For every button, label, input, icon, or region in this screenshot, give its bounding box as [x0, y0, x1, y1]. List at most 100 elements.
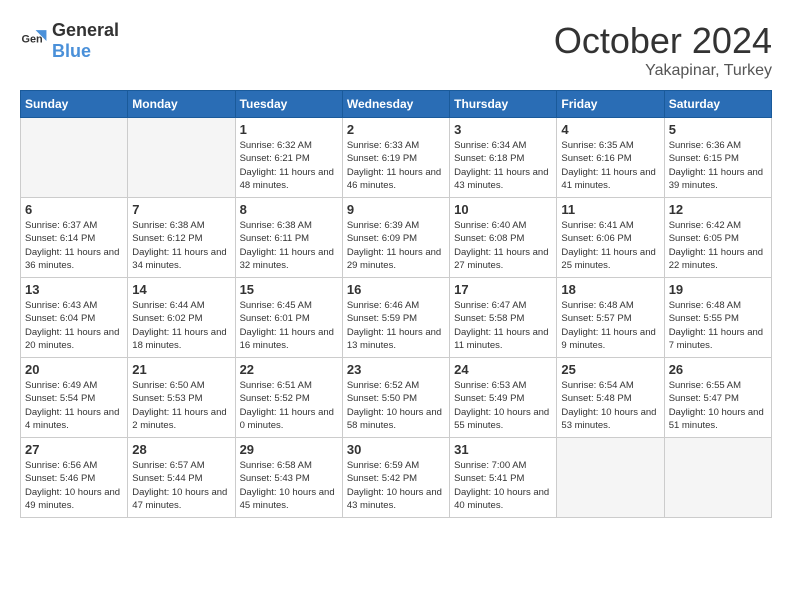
calendar-cell: 30 Sunrise: 6:59 AM Sunset: 5:42 PM Dayli… — [342, 438, 449, 518]
day-number: 19 — [669, 282, 767, 297]
cell-info: Sunrise: 6:56 AM Sunset: 5:46 PM Dayligh… — [25, 459, 123, 512]
day-number: 17 — [454, 282, 552, 297]
location-subtitle: Yakapinar, Turkey — [554, 62, 772, 80]
logo-wordmark: General Blue — [52, 20, 119, 62]
cell-info: Sunrise: 6:34 AM Sunset: 6:18 PM Dayligh… — [454, 139, 552, 192]
calendar-cell: 23 Sunrise: 6:52 AM Sunset: 5:50 PM Dayli… — [342, 358, 449, 438]
day-number: 8 — [240, 202, 338, 217]
calendar-cell: 3Sunrise: 6:34 AM Sunset: 6:18 PM Daylig… — [450, 118, 557, 198]
day-number: 18 — [561, 282, 659, 297]
day-header-wednesday: Wednesday — [342, 91, 449, 118]
calendar-cell: 4Sunrise: 6:35 AM Sunset: 6:16 PM Daylig… — [557, 118, 664, 198]
calendar-cell: 12 Sunrise: 6:42 AM Sunset: 6:05 PM Dayli… — [664, 198, 771, 278]
day-number: 26 — [669, 362, 767, 377]
day-number: 13 — [25, 282, 123, 297]
day-number: 31 — [454, 442, 552, 457]
cell-info: Sunrise: 6:42 AM Sunset: 6:05 PM Dayligh… — [669, 219, 767, 272]
cell-info: Sunrise: 6:55 AM Sunset: 5:47 PM Dayligh… — [669, 379, 767, 432]
cell-info: Sunrise: 6:32 AM Sunset: 6:21 PM Dayligh… — [240, 139, 338, 192]
day-number: 28 — [132, 442, 230, 457]
day-header-sunday: Sunday — [21, 91, 128, 118]
day-number: 21 — [132, 362, 230, 377]
calendar-cell: 15Sunrise: 6:45 AM Sunset: 6:01 PM Dayli… — [235, 278, 342, 358]
cell-info: Sunrise: 6:41 AM Sunset: 6:06 PM Dayligh… — [561, 219, 659, 272]
day-number: 10 — [454, 202, 552, 217]
cell-info: Sunrise: 6:57 AM Sunset: 5:44 PM Dayligh… — [132, 459, 230, 512]
day-number: 4 — [561, 122, 659, 137]
day-number: 12 — [669, 202, 767, 217]
day-number: 24 — [454, 362, 552, 377]
cell-info: Sunrise: 6:37 AM Sunset: 6:14 PM Dayligh… — [25, 219, 123, 272]
calendar-header-row: SundayMondayTuesdayWednesdayThursdayFrid… — [21, 91, 772, 118]
calendar-cell: 13Sunrise: 6:43 AM Sunset: 6:04 PM Dayli… — [21, 278, 128, 358]
calendar-cell: 26 Sunrise: 6:55 AM Sunset: 5:47 PM Dayli… — [664, 358, 771, 438]
calendar-cell: 29Sunrise: 6:58 AM Sunset: 5:43 PM Dayli… — [235, 438, 342, 518]
calendar-cell: 19Sunrise: 6:48 AM Sunset: 5:55 PM Dayli… — [664, 278, 771, 358]
calendar-cell: 20Sunrise: 6:49 AM Sunset: 5:54 PM Dayli… — [21, 358, 128, 438]
day-header-friday: Friday — [557, 91, 664, 118]
cell-info: Sunrise: 6:36 AM Sunset: 6:15 PM Dayligh… — [669, 139, 767, 192]
day-number: 15 — [240, 282, 338, 297]
cell-info: Sunrise: 6:38 AM Sunset: 6:12 PM Dayligh… — [132, 219, 230, 272]
calendar-cell: 31 Sunrise: 7:00 AM Sunset: 5:41 PM Dayli… — [450, 438, 557, 518]
cell-info: Sunrise: 6:44 AM Sunset: 6:02 PM Dayligh… — [132, 299, 230, 352]
page-header: Gen General Blue October 2024 Yakapinar,… — [20, 20, 772, 80]
day-number: 25 — [561, 362, 659, 377]
cell-info: Sunrise: 6:50 AM Sunset: 5:53 PM Dayligh… — [132, 379, 230, 432]
svg-text:Gen: Gen — [22, 34, 43, 46]
cell-info: Sunrise: 6:58 AM Sunset: 5:43 PM Dayligh… — [240, 459, 338, 512]
calendar-cell: 28 Sunrise: 6:57 AM Sunset: 5:44 PM Dayli… — [128, 438, 235, 518]
cell-info: Sunrise: 6:51 AM Sunset: 5:52 PM Dayligh… — [240, 379, 338, 432]
calendar-cell: 16Sunrise: 6:46 AM Sunset: 5:59 PM Dayli… — [342, 278, 449, 358]
cell-info: Sunrise: 6:52 AM Sunset: 5:50 PM Dayligh… — [347, 379, 445, 432]
calendar-cell: 9 Sunrise: 6:39 AM Sunset: 6:09 PM Daylig… — [342, 198, 449, 278]
day-number: 2 — [347, 122, 445, 137]
day-number: 5 — [669, 122, 767, 137]
cell-info: Sunrise: 6:47 AM Sunset: 5:58 PM Dayligh… — [454, 299, 552, 352]
day-number: 16 — [347, 282, 445, 297]
calendar-cell: 11 Sunrise: 6:41 AM Sunset: 6:06 PM Dayli… — [557, 198, 664, 278]
calendar-cell — [557, 438, 664, 518]
cell-info: Sunrise: 6:39 AM Sunset: 6:09 PM Dayligh… — [347, 219, 445, 272]
month-year-title: October 2024 — [554, 20, 772, 62]
day-number: 6 — [25, 202, 123, 217]
calendar-cell: 5 Sunrise: 6:36 AM Sunset: 6:15 PM Daylig… — [664, 118, 771, 198]
cell-info: Sunrise: 6:48 AM Sunset: 5:57 PM Dayligh… — [561, 299, 659, 352]
calendar-cell: 14 Sunrise: 6:44 AM Sunset: 6:02 PM Dayli… — [128, 278, 235, 358]
calendar-week-4: 20Sunrise: 6:49 AM Sunset: 5:54 PM Dayli… — [21, 358, 772, 438]
cell-info: Sunrise: 7:00 AM Sunset: 5:41 PM Dayligh… — [454, 459, 552, 512]
logo-icon: Gen — [20, 27, 48, 55]
day-number: 7 — [132, 202, 230, 217]
calendar-cell: 18 Sunrise: 6:48 AM Sunset: 5:57 PM Dayli… — [557, 278, 664, 358]
day-header-saturday: Saturday — [664, 91, 771, 118]
day-number: 22 — [240, 362, 338, 377]
day-number: 27 — [25, 442, 123, 457]
day-number: 11 — [561, 202, 659, 217]
logo-general: General — [52, 20, 119, 40]
calendar-cell: 27 Sunrise: 6:56 AM Sunset: 5:46 PM Dayli… — [21, 438, 128, 518]
calendar-cell: 7 Sunrise: 6:38 AM Sunset: 6:12 PM Daylig… — [128, 198, 235, 278]
day-header-thursday: Thursday — [450, 91, 557, 118]
day-number: 23 — [347, 362, 445, 377]
calendar-cell: 2 Sunrise: 6:33 AM Sunset: 6:19 PM Daylig… — [342, 118, 449, 198]
day-number: 1 — [240, 122, 338, 137]
calendar-cell: 1 Sunrise: 6:32 AM Sunset: 6:21 PM Daylig… — [235, 118, 342, 198]
day-number: 30 — [347, 442, 445, 457]
calendar-cell: 24 Sunrise: 6:53 AM Sunset: 5:49 PM Dayli… — [450, 358, 557, 438]
cell-info: Sunrise: 6:53 AM Sunset: 5:49 PM Dayligh… — [454, 379, 552, 432]
day-number: 9 — [347, 202, 445, 217]
cell-info: Sunrise: 6:38 AM Sunset: 6:11 PM Dayligh… — [240, 219, 338, 272]
day-header-monday: Monday — [128, 91, 235, 118]
calendar-week-5: 27 Sunrise: 6:56 AM Sunset: 5:46 PM Dayli… — [21, 438, 772, 518]
calendar-week-1: 1 Sunrise: 6:32 AM Sunset: 6:21 PM Daylig… — [21, 118, 772, 198]
cell-info: Sunrise: 6:33 AM Sunset: 6:19 PM Dayligh… — [347, 139, 445, 192]
day-number: 14 — [132, 282, 230, 297]
calendar-cell: 22 Sunrise: 6:51 AM Sunset: 5:52 PM Dayli… — [235, 358, 342, 438]
cell-info: Sunrise: 6:59 AM Sunset: 5:42 PM Dayligh… — [347, 459, 445, 512]
cell-info: Sunrise: 6:40 AM Sunset: 6:08 PM Dayligh… — [454, 219, 552, 272]
calendar-cell — [664, 438, 771, 518]
day-header-tuesday: Tuesday — [235, 91, 342, 118]
calendar-cell: 10 Sunrise: 6:40 AM Sunset: 6:08 PM Dayli… — [450, 198, 557, 278]
calendar-table: SundayMondayTuesdayWednesdayThursdayFrid… — [20, 90, 772, 518]
title-block: October 2024 Yakapinar, Turkey — [554, 20, 772, 80]
